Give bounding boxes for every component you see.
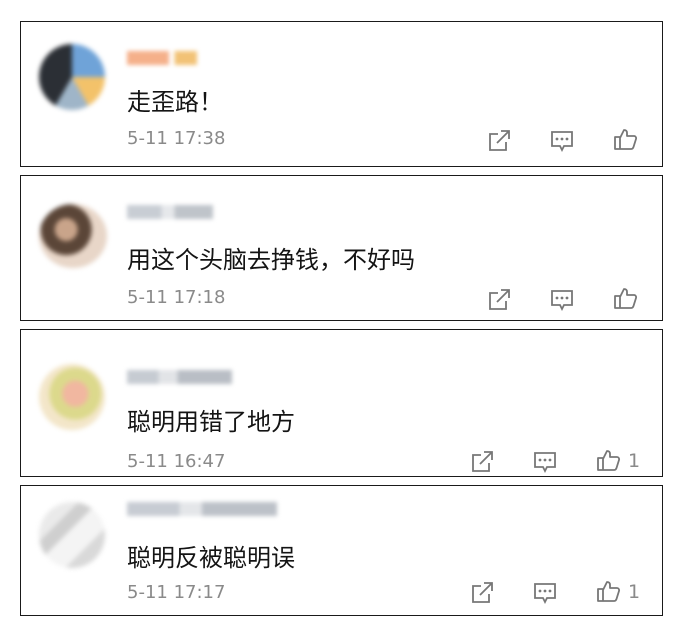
comment-text: 聪明用错了地方 (127, 408, 295, 436)
avatar[interactable] (39, 204, 107, 268)
share-icon[interactable] (486, 128, 512, 154)
username-blurred[interactable] (127, 370, 232, 384)
username-blurred[interactable] (127, 205, 213, 219)
comment-timestamp: 5-11 17:38 (127, 128, 226, 149)
comment-icon[interactable] (549, 287, 575, 313)
comment-text: 用这个头脑去挣钱，不好吗 (127, 246, 415, 274)
avatar[interactable] (39, 364, 105, 430)
comment-icon[interactable] (532, 580, 558, 606)
thumbs-up-icon[interactable] (612, 126, 638, 152)
avatar[interactable] (39, 44, 105, 110)
comment-card: 走歪路！ 5-11 17:38 (20, 21, 663, 167)
avatar[interactable] (39, 502, 105, 568)
username-blurred[interactable] (127, 51, 197, 65)
comment-timestamp: 5-11 17:18 (127, 287, 226, 308)
like-count: 1 (628, 450, 641, 472)
comment-icon[interactable] (549, 128, 575, 154)
comment-card: 聪明用错了地方 5-11 16:47 1 (20, 329, 663, 477)
comment-text: 走歪路！ (127, 88, 223, 116)
thumbs-up-icon[interactable] (595, 447, 621, 473)
comment-icon[interactable] (532, 449, 558, 475)
comment-text: 聪明反被聪明误 (127, 544, 295, 572)
share-icon[interactable] (469, 449, 495, 475)
comment-card: 用这个头脑去挣钱，不好吗 5-11 17:18 (20, 175, 663, 321)
comment-timestamp: 5-11 16:47 (127, 451, 226, 472)
comment-card: 聪明反被聪明误 5-11 17:17 1 (20, 485, 663, 616)
thumbs-up-icon[interactable] (612, 285, 638, 311)
comment-timestamp: 5-11 17:17 (127, 582, 226, 603)
like-count: 1 (628, 581, 641, 603)
username-blurred[interactable] (127, 502, 277, 516)
share-icon[interactable] (486, 287, 512, 313)
share-icon[interactable] (469, 580, 495, 606)
thumbs-up-icon[interactable] (595, 578, 621, 604)
